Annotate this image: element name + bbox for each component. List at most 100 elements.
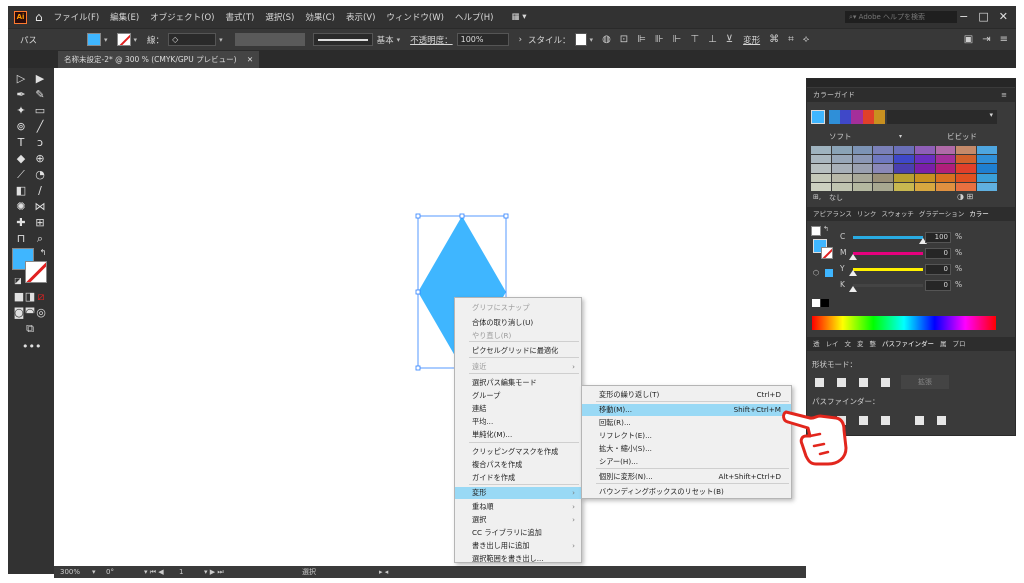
pin-tool-icon[interactable]: ✚ [13,216,29,230]
submenu-item[interactable]: 移動(M)... Shift+Ctrl+M [582,404,791,416]
stroke-swatch[interactable] [116,33,131,46]
slider-thumb[interactable] [849,254,857,260]
handle-middle-left[interactable] [415,289,421,295]
color-variation-swatch[interactable] [977,182,997,191]
menu-item[interactable]: ファイル(F) [54,11,100,23]
recolor-icon[interactable]: ◍ [602,34,611,45]
align-left-icon[interactable]: ⊫ [637,34,646,45]
isolate-icon[interactable]: ⌘ [769,34,779,45]
color-variation-swatch[interactable] [852,164,873,173]
color-variation-swatch[interactable] [956,164,977,173]
align-to-icon[interactable]: ⊡ [620,34,628,45]
context-menu-item[interactable]: 単純化(M)... [455,429,581,441]
color-variation-swatch[interactable] [977,146,997,155]
minus-back-button[interactable] [937,416,946,425]
puppet-warp-icon[interactable]: ⟡ [803,34,810,45]
crop-button[interactable] [881,416,890,425]
handle-top-right[interactable] [503,213,509,219]
selection-tool-icon[interactable]: ▷ [13,72,29,86]
color-variation-swatch[interactable] [811,146,831,155]
hand-tool-icon[interactable]: ⊓ [13,232,29,246]
color-guide-title[interactable]: カラーガイド [813,91,855,99]
stroke-weight-field[interactable]: ◇ [168,33,217,46]
transform-link[interactable]: 変形 [743,34,760,46]
blend-tool-icon[interactable]: ◔ [32,168,48,182]
exclude-button[interactable] [881,378,890,387]
color-variation-swatch[interactable] [956,146,977,155]
align-middle-icon[interactable]: ⊥ [708,34,717,45]
color-variation-swatch[interactable] [831,164,852,173]
draw-inside-icon[interactable]: ◎ [33,306,49,320]
fill-swatch[interactable] [87,33,102,46]
close-window-button[interactable]: ✕ [999,10,1008,23]
eyedropper-tool-icon[interactable]: ⟋ [13,168,29,182]
panel-tab[interactable]: レイ [826,340,839,348]
close-tab-button[interactable]: ✕ [247,55,253,64]
channel-slider[interactable] [853,268,923,271]
paint-bucket-icon[interactable]: ◆ [13,152,29,166]
pen-tool-icon[interactable]: ✒ [13,88,29,102]
slider-thumb[interactable] [849,270,857,276]
panel-menu-icon[interactable]: ≡ [1001,88,1007,102]
color-variation-swatch[interactable] [935,182,956,191]
opacity-field[interactable]: 100% [456,33,509,46]
white-swatch[interactable] [812,299,820,307]
color-variation-swatch[interactable] [831,182,852,191]
intersect-button[interactable] [859,378,868,387]
color-variation-swatch[interactable] [914,146,935,155]
submenu-item[interactable]: 個別に変形(N)... Alt+Shift+Ctrl+D [582,471,791,483]
handle-top-left[interactable] [415,213,421,219]
color-variation-swatch[interactable] [956,182,977,191]
channel-value-input[interactable]: 0 [925,280,951,291]
menu-item[interactable]: 選択(S) [265,11,294,23]
submenu-item[interactable]: シアー(H)... [582,456,791,468]
color-variations-grid[interactable] [811,146,997,191]
expand-button[interactable]: 拡張 [901,375,949,389]
artboard-nav-icon[interactable]: ▾ ⏮ ◀ [144,566,164,578]
chevron-down-icon[interactable]: ▾ [92,566,96,578]
color-variation-swatch[interactable] [914,182,935,191]
control-bar-menu-icon[interactable]: ≡ [1000,34,1008,45]
submenu-item[interactable]: バウンディングボックスのリセット(B) [582,486,791,498]
channel-value-input[interactable]: 100 [925,232,951,243]
help-search-input[interactable]: ⌕▾ Adobe ヘルプを検索 [845,11,957,23]
menu-item[interactable]: ウィンドウ(W) [386,11,444,23]
context-menu-item[interactable]: 選択範囲を書き出し... [455,553,581,565]
panel-tab[interactable]: プロ [953,340,966,348]
unite-button[interactable] [815,378,824,387]
stroke-color-icon[interactable] [25,261,47,283]
harmony-rules-dropdown[interactable]: ▾ [887,110,997,124]
context-menu-item[interactable]: ピクセルグリッドに最適化 [455,345,581,357]
color-variation-swatch[interactable] [935,164,956,173]
channel-value-input[interactable]: 0 [925,264,951,275]
submenu-item[interactable]: リフレクト(E)... [582,430,791,442]
color-variation-swatch[interactable] [873,146,894,155]
status-arrow-icon[interactable]: ▸ ◂ [379,566,388,578]
black-swatch[interactable] [821,299,829,307]
panel-tab[interactable]: 変 [857,340,864,348]
channel-slider[interactable] [853,236,923,239]
direct-selection-tool-icon[interactable]: ▶ [32,72,48,86]
symbol-sprayer-icon[interactable]: ✺ [13,200,29,214]
width-tool-icon[interactable]: ⋈ [32,200,48,214]
chevron-down-icon[interactable]: ▾ [397,36,401,44]
context-menu-item[interactable]: 変形 › [455,487,581,499]
color-variation-swatch[interactable] [811,155,831,164]
type-tool-icon[interactable]: T [13,136,29,150]
restore-button[interactable]: □ [978,10,988,23]
web-safe-swatch[interactable] [825,269,833,277]
color-variation-swatch[interactable] [831,173,852,182]
default-colors-icon[interactable]: ◪ [10,274,26,288]
color-variation-swatch[interactable] [956,155,977,164]
submenu-item[interactable]: 拡大・縮小(S)... [582,443,791,455]
pencil-tool-icon[interactable]: ╱ [32,120,48,134]
context-menu-item[interactable]: 書き出し用に追加 › [455,540,581,552]
magic-wand-icon[interactable]: ✦ [13,104,29,118]
arrange-documents-icon[interactable]: ▣ [964,34,973,45]
submenu-item[interactable]: 回転(R)... [582,417,791,429]
color-variation-swatch[interactable] [852,173,873,182]
align-center-icon[interactable]: ⊪ [655,34,664,45]
color-spectrum[interactable] [812,316,996,330]
panel-tab[interactable]: 属 [940,340,947,348]
menu-item[interactable]: 効果(C) [305,11,335,23]
